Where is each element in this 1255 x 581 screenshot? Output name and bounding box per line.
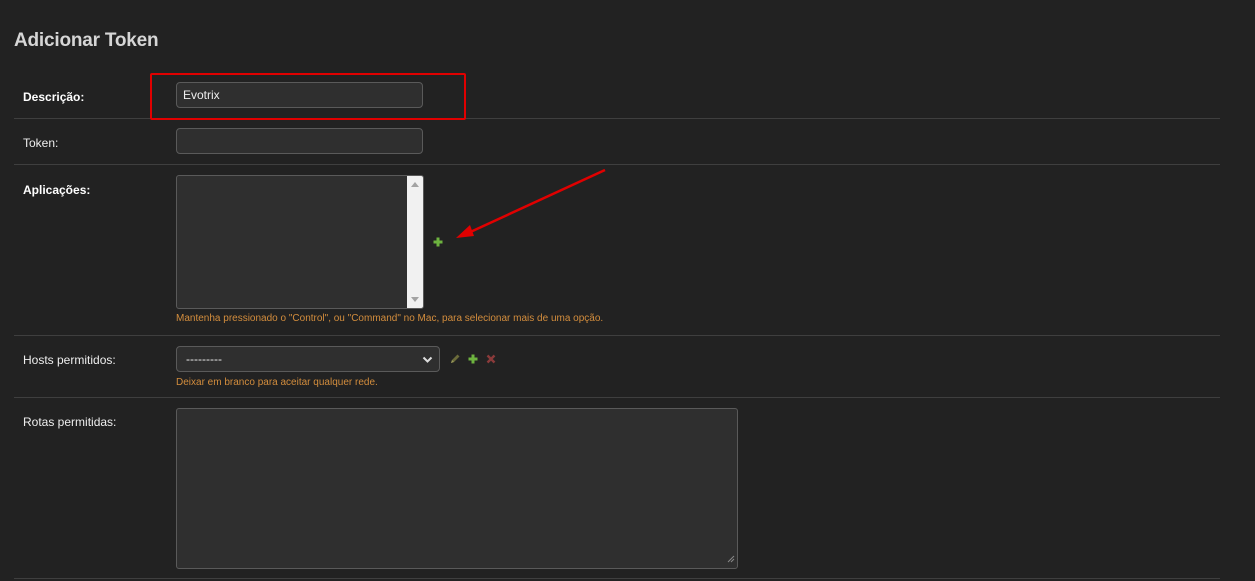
pencil-icon[interactable] [449,353,461,365]
chevron-down-icon [422,354,433,368]
resize-grip-icon[interactable] [727,552,735,566]
plus-icon[interactable] [467,353,479,365]
form-row-token: Token: [14,119,1220,165]
scroll-down-icon[interactable] [411,297,419,302]
aplicacoes-label: Aplicações: [23,183,91,197]
hosts-help-text: Deixar em branco para aceitar qualquer r… [176,377,378,388]
token-label: Token: [23,136,59,150]
form-row-aplicacoes: Aplicações: Mantenha pressionado o "Cont… [14,165,1220,336]
form-row-hosts: Hosts permitidos: --------- Deixar em br… [14,336,1220,398]
aplicacoes-multiselect[interactable] [176,175,424,309]
rotas-textarea[interactable] [176,408,738,569]
hosts-select[interactable]: --------- [176,346,440,372]
annotation-highlight-box [150,73,466,120]
annotation-arrow-icon [456,168,606,238]
plus-icon[interactable] [432,236,444,248]
form-row-descricao: Descrição: [14,72,1220,120]
token-input[interactable] [176,128,423,154]
scroll-up-icon[interactable] [411,182,419,187]
close-icon[interactable] [485,353,497,365]
token-form: Descrição: Token: Aplicações: Mantenha p… [14,72,1220,579]
descricao-label: Descrição: [23,90,85,104]
rotas-label: Rotas permitidas: [23,415,117,429]
aplicacoes-scrollbar[interactable] [407,176,423,308]
form-row-rotas: Rotas permitidas: [14,398,1220,579]
hosts-label: Hosts permitidos: [23,353,116,367]
aplicacoes-help-text: Mantenha pressionado o "Control", ou "Co… [176,313,604,324]
hosts-select-value: --------- [186,352,222,366]
page-title: Adicionar Token [14,30,159,51]
